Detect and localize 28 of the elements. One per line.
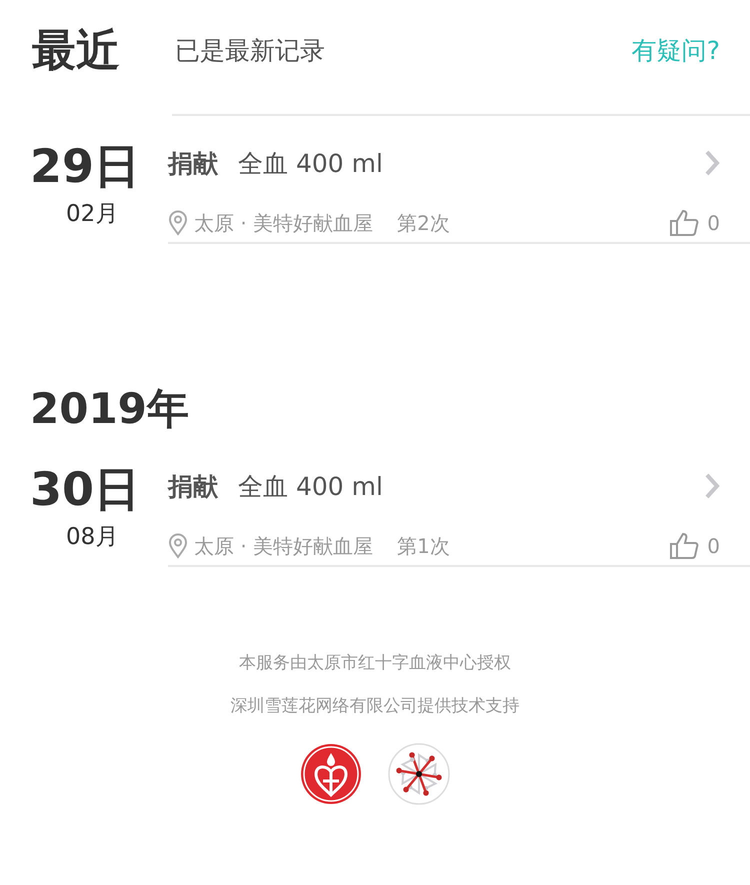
date-month: 08月 bbox=[66, 523, 118, 552]
donation-count: 第1次 bbox=[397, 532, 451, 560]
year-heading: 2019年 bbox=[29, 383, 190, 435]
location-pin-icon bbox=[168, 533, 188, 559]
footer-text: 本服务由太原市红十字血液中心授权 bbox=[239, 652, 511, 674]
thumbs-up-icon[interactable] bbox=[669, 532, 700, 560]
snowflake-network-logo-icon bbox=[388, 743, 450, 805]
like-count: 0 bbox=[707, 211, 720, 235]
date-month: 02月 bbox=[66, 200, 118, 229]
date-day: 29日 bbox=[30, 138, 140, 194]
record-type: 捐献 bbox=[168, 470, 218, 502]
section-heading: 最近 bbox=[32, 24, 121, 78]
location-pin-icon bbox=[168, 210, 188, 236]
record-detail: 全血 400 ml bbox=[238, 470, 384, 502]
thumbs-up-icon[interactable] bbox=[669, 209, 700, 237]
footer-text: 深圳雪莲花网络有限公司提供技术支持 bbox=[230, 695, 520, 717]
record-detail: 全血 400 ml bbox=[238, 148, 384, 180]
date-day: 30日 bbox=[30, 461, 140, 517]
record-type: 捐献 bbox=[168, 148, 218, 180]
location-text: 太原 · 美特好献血屋 bbox=[194, 532, 374, 560]
blood-drop-heart-logo-icon bbox=[300, 743, 362, 805]
donation-count: 第2次 bbox=[397, 210, 451, 236]
help-link[interactable]: 有疑问? bbox=[632, 34, 720, 66]
chevron-right-icon[interactable] bbox=[704, 149, 720, 177]
location-text: 太原 · 美特好献血屋 bbox=[194, 210, 374, 236]
status-text: 已是最新记录 bbox=[175, 34, 326, 66]
chevron-right-icon[interactable] bbox=[704, 472, 720, 500]
like-count: 0 bbox=[707, 534, 720, 558]
